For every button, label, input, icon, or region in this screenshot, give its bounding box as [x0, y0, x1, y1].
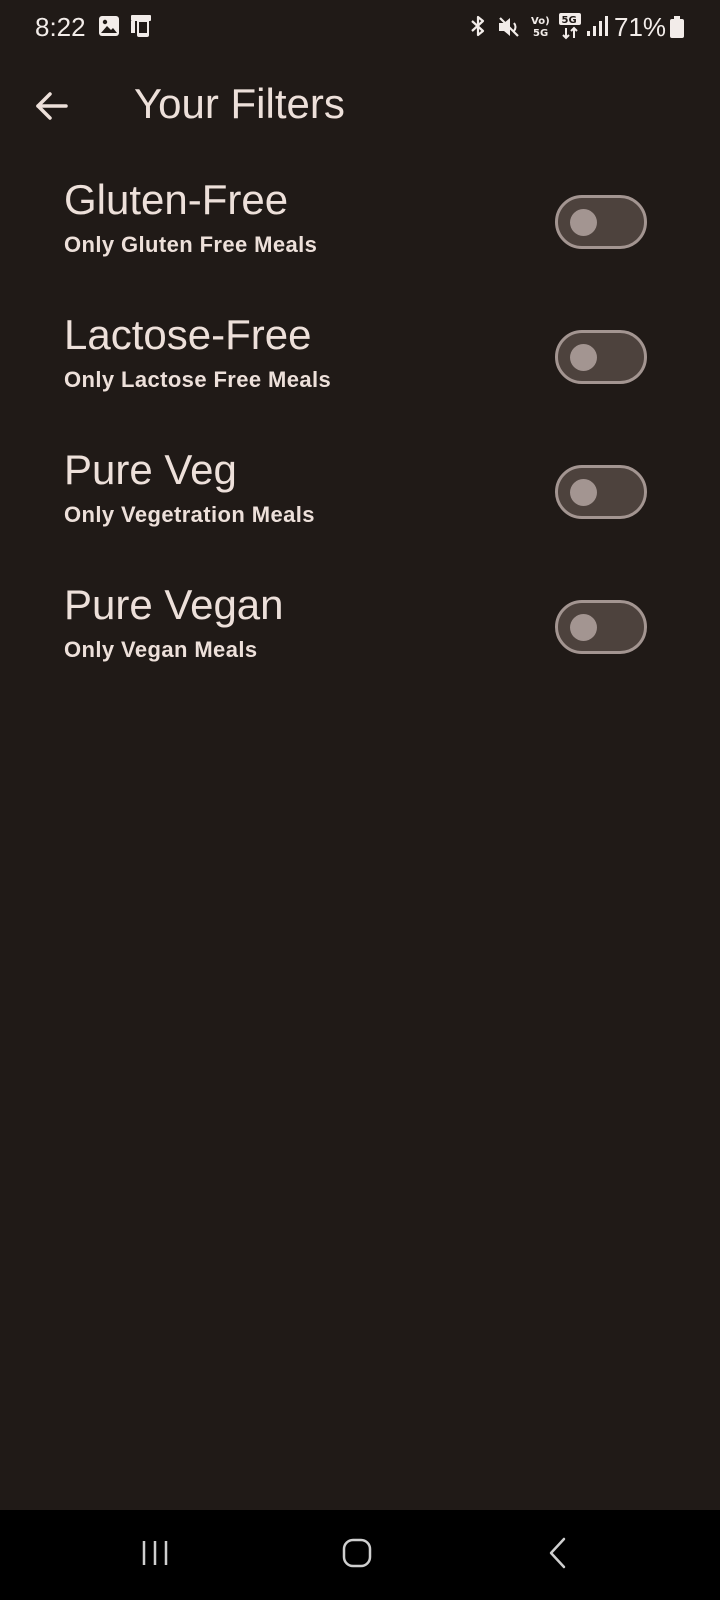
- bluetooth-icon: [468, 14, 488, 43]
- status-bar: 8:22 Vo) 5G 5G 71%: [0, 0, 720, 52]
- filter-title: Pure Veg: [64, 446, 237, 493]
- switch-thumb: [570, 479, 597, 506]
- battery-percent: 71%: [614, 12, 667, 42]
- recents-button[interactable]: [125, 1530, 185, 1580]
- back-button[interactable]: [26, 82, 78, 134]
- app-bar: Your Filters: [0, 60, 720, 150]
- pure-veg-switch[interactable]: [555, 465, 647, 519]
- page-title: Your Filters: [134, 80, 345, 127]
- system-nav-bar: [0, 1510, 720, 1600]
- mute-icon: [497, 15, 523, 44]
- filter-title: Gluten-Free: [64, 176, 289, 223]
- pure-vegan-switch[interactable]: [555, 600, 647, 654]
- gluten-free-switch[interactable]: [555, 195, 647, 249]
- switch-thumb: [570, 344, 597, 371]
- switch-thumb: [570, 614, 597, 641]
- status-time: 8:22: [35, 12, 86, 42]
- back-icon: [546, 1536, 570, 1575]
- system-back-button[interactable]: [528, 1530, 588, 1580]
- recents-icon: [138, 1538, 172, 1573]
- device-icon: [128, 13, 154, 44]
- filter-row-pure-veg[interactable]: Pure Veg Only Vegetration Meals: [0, 440, 720, 575]
- lactose-free-switch[interactable]: [555, 330, 647, 384]
- battery-icon: [670, 16, 684, 43]
- filter-row-gluten-free[interactable]: Gluten-Free Only Gluten Free Meals: [0, 170, 720, 305]
- filter-row-pure-vegan[interactable]: Pure Vegan Only Vegan Meals: [0, 575, 720, 710]
- home-button[interactable]: [327, 1530, 387, 1580]
- svg-text:5G: 5G: [533, 28, 548, 39]
- filter-row-lactose-free[interactable]: Lactose-Free Only Lactose Free Meals: [0, 305, 720, 440]
- filter-title: Pure Vegan: [64, 581, 284, 628]
- switch-thumb: [570, 209, 597, 236]
- filter-subtitle: Only Vegetration Meals: [64, 502, 315, 527]
- svg-text:Vo): Vo): [531, 16, 550, 27]
- filter-subtitle: Only Vegan Meals: [64, 637, 258, 662]
- gallery-icon: [98, 15, 120, 42]
- volte-icon: Vo) 5G: [530, 13, 554, 44]
- filter-subtitle: Only Gluten Free Meals: [64, 232, 318, 257]
- filter-title: Lactose-Free: [64, 311, 312, 358]
- signal-icon: [586, 15, 610, 42]
- home-icon: [340, 1536, 374, 1575]
- filter-subtitle: Only Lactose Free Meals: [64, 367, 332, 392]
- 5g-icon: 5G: [558, 12, 582, 45]
- filter-list: Gluten-Free Only Gluten Free Meals Lacto…: [0, 170, 720, 710]
- arrow-left-icon: [35, 91, 69, 126]
- svg-text:5G: 5G: [562, 15, 577, 26]
